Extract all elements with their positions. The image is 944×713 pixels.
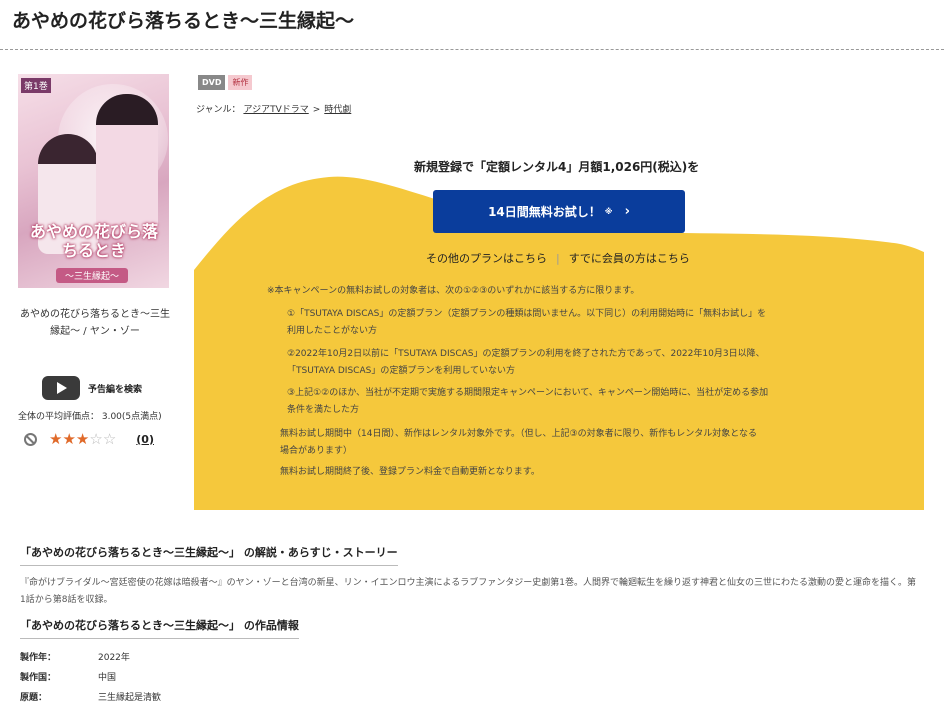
- genre-link-asian-tv-drama[interactable]: アジアTVドラマ: [243, 105, 308, 115]
- no-entry-icon[interactable]: [24, 432, 37, 446]
- jacket-caption-line2: 縁起〜 / ヤン・ゾー: [50, 326, 140, 337]
- campaign-headline: 新規登録で「定額レンタル4」月額1,026円(税込)を: [414, 160, 700, 174]
- campaign-note-intro: ※本キャンペーンの無料お試しの対象者は、次の①②③のいずれかに該当する方に限りま…: [267, 286, 640, 296]
- trailer-search-button[interactable]: 予告編を検索: [42, 376, 142, 400]
- info-key: 製作国：: [20, 673, 57, 683]
- chevron-right-icon: ›: [624, 204, 630, 219]
- star-empty-icon: ☆: [89, 430, 103, 448]
- story-heading: 「あやめの花びら落ちるとき〜三生縁起〜」 の解説・あらすじ・ストーリー: [20, 544, 398, 566]
- genre-separator: >: [312, 105, 321, 115]
- campaign-note-1: ①「TSUTAYA DISCAS」の定額プラン（定額プランの種類は問いません。以…: [287, 306, 766, 340]
- member-login-link[interactable]: すでに会員の方はこちら: [569, 252, 690, 265]
- jacket-caption-line1: あやめの花びら落ちるとき〜三生: [20, 309, 170, 320]
- format-badges: DVD 新作: [198, 75, 253, 90]
- jacket-title: あやめの花びら落ちるとき: [29, 222, 158, 260]
- star-filled-icon: ★: [62, 430, 76, 448]
- info-value: 2022年: [98, 653, 130, 663]
- dvd-badge: DVD: [198, 75, 226, 90]
- trailer-label: 予告編を検索: [88, 384, 143, 395]
- plan-links: その他のプランはこちら | すでに会員の方はこちら: [426, 250, 690, 266]
- star-filled-icon: ★: [49, 430, 63, 448]
- jacket-figure-right: [96, 94, 158, 234]
- title-divider: [0, 49, 944, 50]
- play-icon: [42, 376, 80, 400]
- story-text: 『命がけブライダル〜宮廷密使の花嫁は暗殺者〜』のヤン・ゾーと台湾の新星、リン・イ…: [20, 578, 917, 605]
- info-value: 中国: [98, 673, 117, 683]
- other-plans-link[interactable]: その他のプランはこちら: [426, 252, 547, 265]
- campaign-note-2-line1: ②2022年10月2日以前に「TSUTAYA DISCAS」の定額プランの利用を…: [287, 349, 765, 359]
- info-value: 三生縁起是清歓: [98, 693, 162, 703]
- campaign-note-3-line1: ③上記①②のほか、当社が不定期で実施する期間限定キャンペーンにおいて、キャンペー…: [287, 388, 769, 398]
- jacket-image[interactable]: 第1巻 あやめの花びら落ちるとき 〜三生縁起〜: [18, 74, 169, 288]
- work-info-heading: 「あやめの花びら落ちるとき〜三生縁起〜」 の作品情報: [20, 617, 299, 639]
- campaign-note-para2: 無料お試し期間終了後、登録プラン料金で自動更新となります。: [280, 467, 540, 477]
- info-key: 原題：: [20, 693, 48, 703]
- average-rating: 全体の平均評価点： 3.00(5点満点): [18, 412, 162, 422]
- free-trial-label: 14日間無料お試し！: [488, 205, 601, 219]
- campaign-note-1-line2: 利用したことがない方: [287, 326, 378, 336]
- star-filled-icon: ★: [75, 430, 90, 448]
- free-trial-button[interactable]: 14日間無料お試し！ ※ ›: [433, 190, 685, 233]
- campaign-note-3: ③上記①②のほか、当社が不定期で実施する期間限定キャンペーンにおいて、キャンペー…: [287, 385, 768, 419]
- free-trial-note-mark: ※: [604, 207, 613, 216]
- jacket-subtitle: 〜三生縁起〜: [56, 268, 128, 283]
- star-empty-icon: ☆: [102, 430, 117, 448]
- genre-breadcrumb: ジャンル： アジアTVドラマ > 時代劇: [196, 102, 351, 115]
- review-count-link[interactable]: (0): [136, 433, 154, 446]
- genre-link-period-drama[interactable]: 時代劇: [324, 105, 351, 115]
- new-release-badge: 新作: [228, 75, 253, 90]
- info-row-original-title: 原題： 三生縁起是清歓: [20, 690, 161, 703]
- star-rating: ★★★☆☆: [49, 430, 116, 448]
- info-row-country: 製作国： 中国: [20, 670, 116, 683]
- plan-links-divider: |: [556, 252, 560, 265]
- campaign-note-2: ②2022年10月2日以前に「TSUTAYA DISCAS」の定額プランの利用を…: [287, 346, 765, 380]
- jacket-volume: 第1巻: [21, 78, 51, 93]
- info-key: 製作年：: [20, 653, 57, 663]
- campaign-note-1-line1: ①「TSUTAYA DISCAS」の定額プラン（定額プランの種類は問いません。以…: [287, 309, 767, 319]
- info-row-year: 製作年： 2022年: [20, 650, 130, 663]
- jacket-caption: あやめの花びら落ちるとき〜三生 縁起〜 / ヤン・ゾー: [14, 306, 176, 340]
- campaign-note-para1-line1: 無料お試し期間中（14日間）、新作はレンタル対象外です。（但し、上記③の対象者に…: [280, 429, 757, 439]
- rating-row: ★★★☆☆ (0): [24, 430, 154, 448]
- campaign-note-para1: 無料お試し期間中（14日間）、新作はレンタル対象外です。（但し、上記③の対象者に…: [280, 426, 757, 460]
- page-title: あやめの花びら落ちるとき〜三生縁起〜: [12, 10, 355, 32]
- campaign-note-2-line2: 「TSUTAYA DISCAS」の定額プランを利用していない方: [287, 366, 516, 376]
- campaign-note-para1-line2: 場合があります）: [280, 446, 353, 456]
- campaign-note-3-line2: 条件を満たした方: [287, 405, 360, 415]
- genre-label: ジャンル：: [196, 105, 241, 115]
